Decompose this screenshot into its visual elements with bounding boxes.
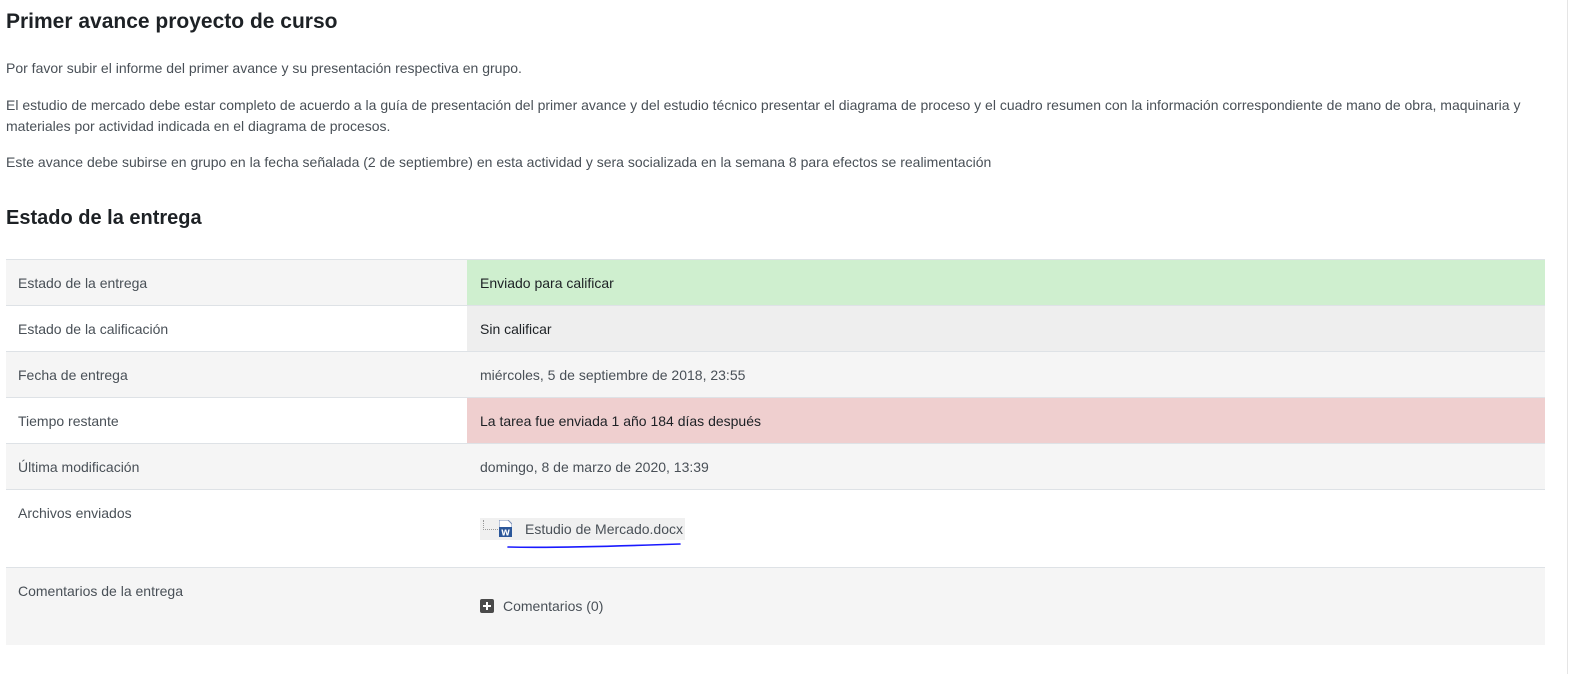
last-modified-value: domingo, 8 de marzo de 2020, 13:39: [480, 459, 709, 475]
due-date-value: miércoles, 5 de septiembre de 2018, 23:5…: [480, 367, 746, 383]
plus-square-icon[interactable]: [480, 599, 494, 613]
submission-comments-cell: Comentarios (0): [467, 568, 1545, 645]
submitted-file-link[interactable]: Estudio de Mercado.docx: [525, 519, 683, 539]
description-paragraph: El estudio de mercado debe estar complet…: [6, 97, 1521, 134]
page-title: Primer avance proyecto de curso: [6, 10, 338, 33]
table-row: Estado de la calificación Sin calificar: [6, 306, 1545, 352]
grading-status-value: Sin calificar: [467, 306, 1545, 351]
tree-connector: [483, 520, 498, 530]
table-row: Tiempo restante La tarea fue enviada 1 a…: [6, 398, 1545, 444]
table-row: Comentarios de la entrega Comentarios (0…: [6, 568, 1545, 645]
svg-text:W: W: [501, 529, 510, 538]
comments-toggle[interactable]: Comentarios (0): [480, 596, 1532, 616]
table-row: Archivos enviados W Estudio de Mercado.d…: [6, 490, 1545, 568]
description-paragraph: Este avance debe subirse en grupo en la …: [6, 154, 992, 170]
word-document-icon: W: [499, 520, 512, 537]
time-remaining-value: La tarea fue enviada 1 año 184 días desp…: [467, 398, 1545, 443]
submission-status-table: Estado de la entrega Enviado para califi…: [6, 259, 1545, 645]
hand-drawn-underline: [507, 543, 681, 549]
table-row: Fecha de entrega miércoles, 5 de septiem…: [6, 352, 1545, 398]
description-paragraph: Por favor subir el informe del primer av…: [6, 60, 522, 76]
row-label: Última modificación: [18, 459, 140, 475]
comments-link[interactable]: Comentarios (0): [503, 596, 603, 616]
row-label: Archivos enviados: [6, 490, 467, 567]
row-label: Estado de la calificación: [6, 306, 467, 351]
row-label: Tiempo restante: [6, 398, 467, 443]
page-edge-divider: [1567, 0, 1568, 674]
row-label: Fecha de entrega: [18, 367, 128, 383]
table-row: Estado de la entrega Enviado para califi…: [6, 260, 1545, 306]
submission-status-heading: Estado de la entrega: [6, 207, 202, 229]
submission-status-value: Enviado para calificar: [467, 260, 1545, 305]
row-label: Estado de la entrega: [18, 275, 148, 291]
submitted-files-cell: W Estudio de Mercado.docx: [467, 490, 1545, 567]
row-label: Comentarios de la entrega: [18, 583, 183, 599]
table-row: Última modificación domingo, 8 de marzo …: [6, 444, 1545, 490]
assignment-page: Primer avance proyecto de curso Por favo…: [0, 0, 1577, 674]
file-tree-item: W Estudio de Mercado.docx: [480, 518, 685, 549]
